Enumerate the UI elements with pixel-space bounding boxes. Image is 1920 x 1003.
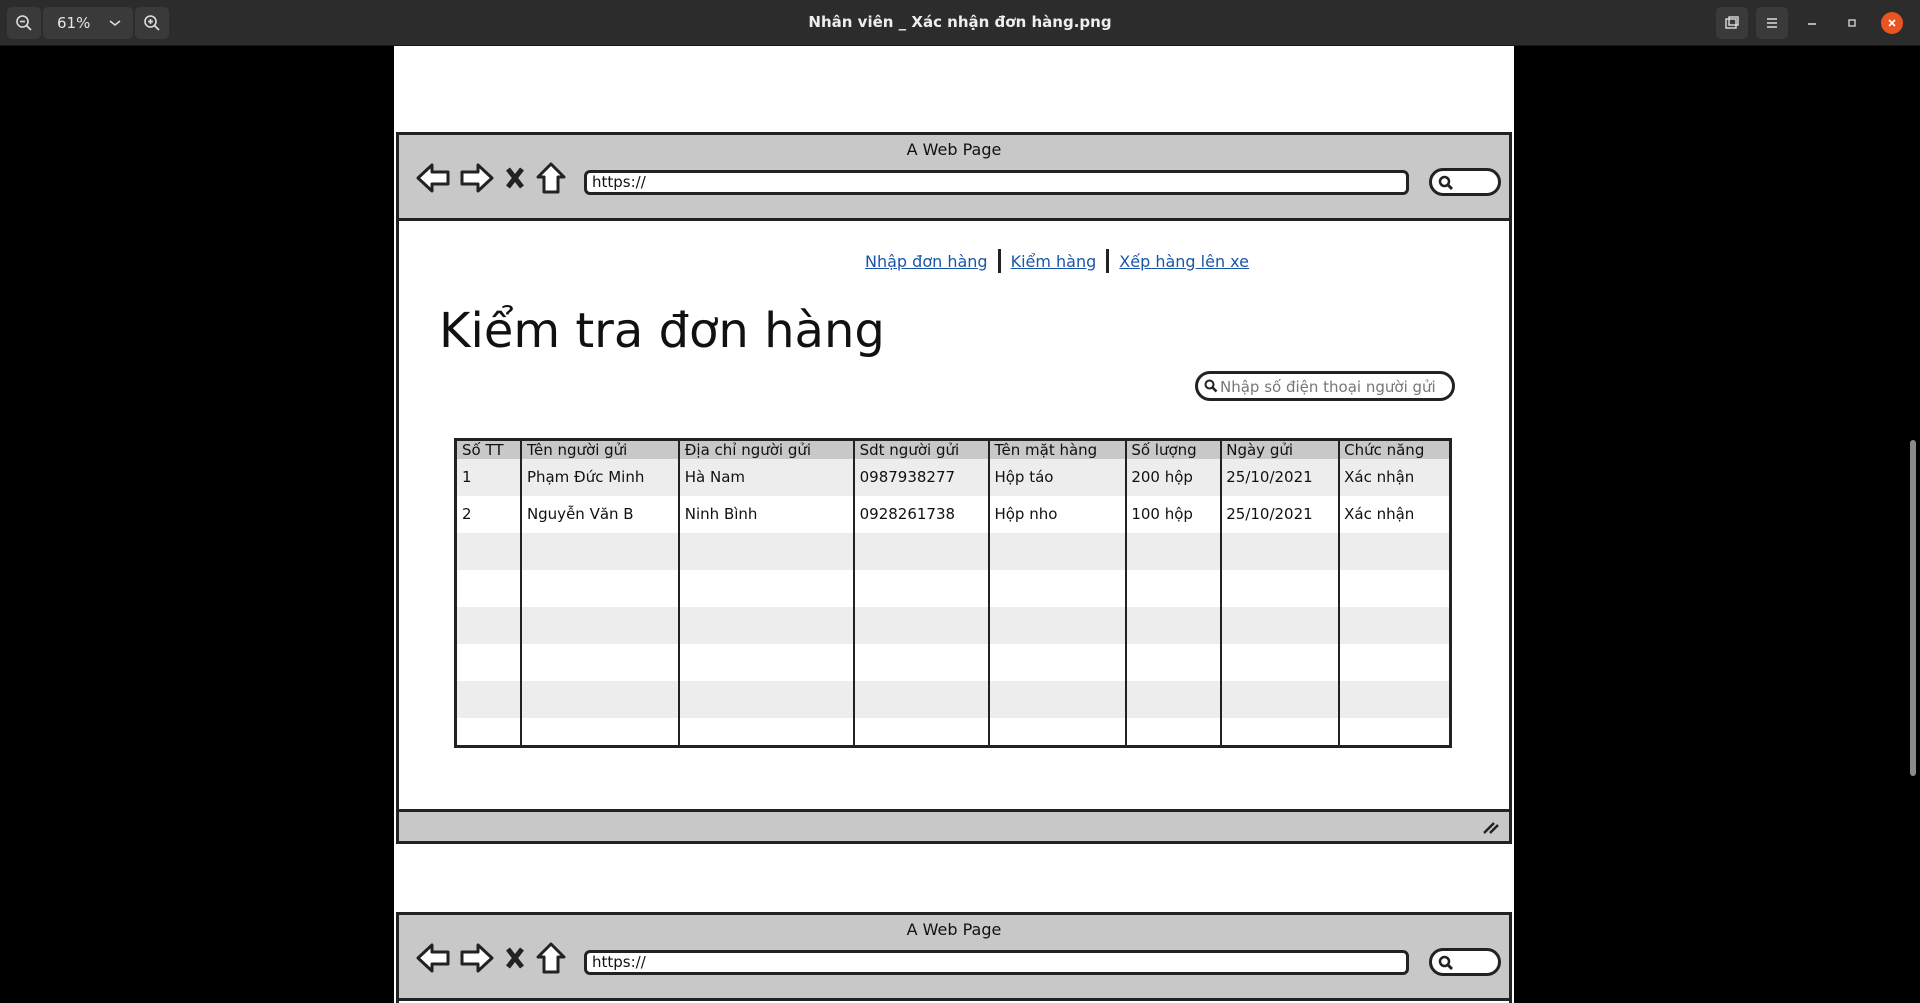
viewer-header-bar: 61% Nhân viên _ Xác nhận đơn hàng.png — [0, 0, 1920, 46]
table-header-row: Số TT Tên người gửi Địa chỉ người gửi Sd… — [457, 441, 1449, 459]
page-title: Kiểm tra đơn hàng — [439, 303, 885, 359]
empty-table-row — [457, 681, 1449, 718]
column-divider — [1125, 441, 1127, 745]
browser-status-bar — [399, 809, 1509, 841]
back-arrow-icon — [416, 163, 450, 193]
column-divider — [853, 441, 855, 745]
empty-table-row — [457, 644, 1449, 681]
cell-sdt-nguoi-gui: 0987938277 — [859, 468, 956, 486]
browser-title: A Web Page — [906, 140, 1002, 159]
column-divider — [678, 441, 680, 745]
search-icon — [1438, 955, 1454, 971]
forward-arrow-icon — [460, 163, 494, 193]
phone-search-input[interactable] — [1220, 376, 1448, 398]
search-icon — [1438, 175, 1454, 191]
cell-ten-nguoi-gui: Phạm Đức Minh — [526, 468, 645, 486]
cell-so-tt: 2 — [462, 505, 472, 523]
search-icon — [1204, 379, 1218, 393]
empty-table-row — [457, 533, 1449, 570]
column-divider — [988, 441, 990, 745]
cell-dia-chi-nguoi-gui: Hà Nam — [684, 468, 746, 486]
cell-ngay-gui: 25/10/2021 — [1226, 505, 1313, 523]
column-header-ngay-gui: Ngày gửi — [1226, 441, 1294, 459]
browser-search-button[interactable] — [1429, 948, 1501, 976]
minimize-button[interactable] — [1796, 7, 1828, 39]
stop-x-icon — [506, 947, 524, 969]
cell-ten-mat-hang: Hộp nho — [994, 505, 1058, 523]
home-icon — [536, 942, 566, 974]
cell-so-luong: 200 hộp — [1131, 468, 1193, 486]
column-header-ten-nguoi-gui: Tên người gửi — [526, 441, 628, 459]
maximize-icon — [1848, 19, 1856, 27]
browser-search-button[interactable] — [1429, 168, 1501, 196]
window-title: Nhân viên _ Xác nhận đơn hàng.png — [808, 13, 1112, 31]
table-row: 1 Phạm Đức Minh Hà Nam 0987938277 Hộp tá… — [457, 459, 1449, 496]
cell-sdt-nguoi-gui: 0928261738 — [859, 505, 956, 523]
browser-chrome: A Web Page https:// — [399, 135, 1509, 221]
minimize-icon — [1808, 23, 1816, 25]
resize-grip-icon[interactable] — [1481, 818, 1501, 836]
orders-table: Số TT Tên người gửi Địa chỉ người gửi Sd… — [454, 438, 1452, 748]
wireframe-browser-window-2: A Web Page https:// — [396, 912, 1512, 1003]
column-divider — [1338, 441, 1340, 745]
home-icon — [536, 162, 566, 194]
table-row: 2 Nguyễn Văn B Ninh Bình 0928261738 Hộp … — [457, 496, 1449, 533]
cell-ten-mat-hang: Hộp táo — [994, 468, 1054, 486]
empty-table-row — [457, 607, 1449, 644]
column-header-sdt-nguoi-gui: Sdt người gửi — [859, 441, 960, 459]
wireframe-browser-window: A Web Page https:// Nhập đơn hàng Kiểm h… — [396, 132, 1512, 844]
forward-arrow-icon — [460, 943, 494, 973]
vertical-scrollbar[interactable] — [1910, 440, 1916, 776]
nav-separator — [1106, 249, 1110, 273]
fullscreen-button[interactable] — [1716, 7, 1748, 39]
nav-link-kiem-hang[interactable]: Kiểm hàng — [1011, 252, 1097, 271]
cell-dia-chi-nguoi-gui: Ninh Bình — [684, 505, 758, 523]
browser-nav-icons — [415, 941, 567, 975]
cell-ten-nguoi-gui: Nguyễn Văn B — [526, 505, 634, 523]
cell-so-luong: 100 hộp — [1131, 505, 1193, 523]
column-header-chuc-nang: Chức năng — [1344, 441, 1425, 459]
column-divider — [520, 441, 522, 745]
column-header-so-tt: Số TT — [462, 441, 504, 459]
confirm-action[interactable]: Xác nhận — [1339, 496, 1449, 533]
menu-button[interactable] — [1756, 7, 1788, 39]
close-button[interactable] — [1876, 7, 1908, 39]
browser-chrome: A Web Page https:// — [399, 915, 1509, 1001]
empty-table-row — [457, 570, 1449, 607]
browser-title: A Web Page — [906, 920, 1002, 939]
stop-x-icon — [506, 167, 524, 189]
nav-separator — [997, 249, 1001, 273]
column-header-ten-mat-hang: Tên mặt hàng — [994, 441, 1098, 459]
confirm-action[interactable]: Xác nhận — [1339, 459, 1449, 496]
image-canvas: A Web Page https:// Nhập đơn hàng Kiểm h… — [394, 46, 1514, 1003]
column-divider — [1220, 441, 1222, 745]
url-bar[interactable]: https:// — [584, 950, 1409, 975]
column-header-so-luong: Số lượng — [1131, 441, 1197, 459]
window-controls — [1716, 7, 1908, 39]
column-header-dia-chi-nguoi-gui: Địa chỉ người gửi — [684, 441, 812, 459]
cell-so-tt: 1 — [462, 468, 472, 486]
url-bar[interactable]: https:// — [584, 170, 1409, 195]
nav-link-nhap-don-hang[interactable]: Nhập đơn hàng — [865, 252, 988, 271]
browser-nav-icons — [415, 161, 567, 195]
top-navigation: Nhập đơn hàng Kiểm hàng Xếp hàng lên xe — [865, 249, 1249, 273]
cell-ngay-gui: 25/10/2021 — [1226, 468, 1313, 486]
fullscreen-icon — [1725, 16, 1739, 29]
phone-search-box[interactable] — [1195, 371, 1455, 401]
nav-link-xep-hang-len-xe[interactable]: Xếp hàng lên xe — [1119, 252, 1249, 271]
hamburger-menu-icon — [1767, 18, 1777, 28]
maximize-button[interactable] — [1836, 7, 1868, 39]
close-icon — [1881, 12, 1903, 34]
back-arrow-icon — [416, 943, 450, 973]
